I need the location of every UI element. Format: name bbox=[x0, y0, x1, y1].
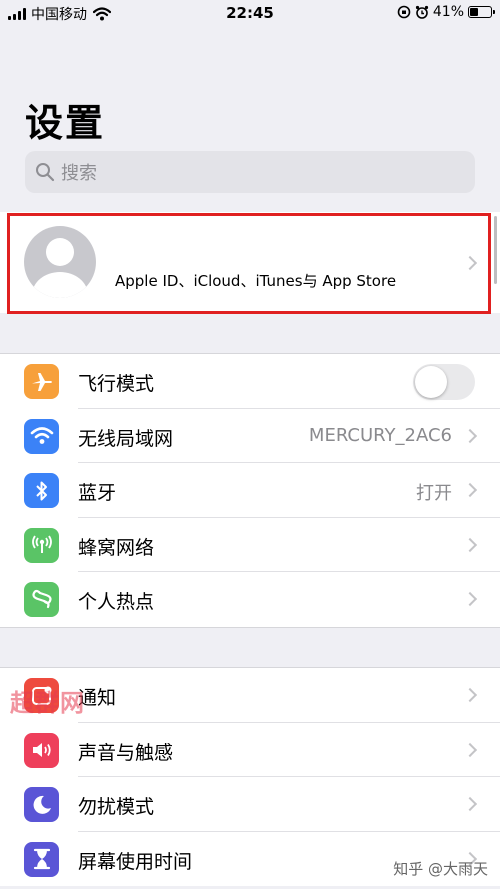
bluetooth-status: 打开 bbox=[416, 483, 452, 504]
row-wifi[interactable]: 无线局域网 MERCURY_2AC6 bbox=[0, 409, 500, 463]
chevron-right-icon bbox=[462, 537, 478, 552]
search-icon bbox=[36, 163, 55, 182]
row-label: 声音与触感 bbox=[78, 741, 174, 764]
airplane-mode-toggle[interactable] bbox=[413, 364, 475, 400]
wifi-network-name: MERCURY_2AC6 bbox=[308, 424, 452, 446]
status-bar: 中国移动 22:45 41% bbox=[0, 0, 500, 28]
search-bar[interactable]: 搜索 bbox=[25, 151, 475, 193]
avatar bbox=[24, 226, 96, 298]
row-label: 蓝牙 bbox=[78, 482, 117, 504]
attribution: 知乎 @大雨天 bbox=[393, 860, 488, 878]
row-label: 蜂窝网络 bbox=[78, 536, 155, 559]
moon-icon bbox=[24, 787, 59, 822]
chevron-right-icon bbox=[462, 796, 478, 812]
battery-icon bbox=[468, 6, 495, 18]
hotspot-icon bbox=[24, 582, 59, 617]
search-placeholder: 搜索 bbox=[61, 163, 97, 184]
row-label: 个人热点 bbox=[78, 591, 155, 613]
chevron-right-icon bbox=[462, 255, 478, 271]
row-sounds-haptics[interactable]: 声音与触感 bbox=[0, 723, 500, 777]
battery-percentage: 41% bbox=[432, 4, 464, 20]
apple-id-row[interactable]: Apple ID、iCloud、iTunes与 App Store bbox=[0, 212, 500, 313]
chevron-right-icon bbox=[462, 591, 478, 607]
page-title: 设置 bbox=[25, 101, 106, 145]
airplane-icon bbox=[24, 364, 59, 399]
row-bluetooth[interactable]: 蓝牙 打开 bbox=[0, 463, 500, 518]
apple-id-label: Apple ID、iCloud、iTunes与 App Store bbox=[115, 272, 397, 290]
row-airplane-mode[interactable]: 飞行模式 bbox=[0, 354, 500, 409]
row-label: 屏幕使用时间 bbox=[78, 850, 193, 873]
row-label: 勿扰模式 bbox=[78, 796, 155, 818]
alarm-icon bbox=[415, 5, 428, 19]
chevron-right-icon bbox=[462, 428, 478, 443]
chevron-right-icon bbox=[462, 687, 478, 703]
row-do-not-disturb[interactable]: 勿扰模式 bbox=[0, 777, 500, 832]
cellular-icon bbox=[24, 527, 59, 563]
watermark: 超群网 bbox=[10, 689, 85, 717]
hourglass-icon bbox=[24, 841, 59, 877]
scrollbar[interactable] bbox=[494, 216, 497, 284]
wifi-icon bbox=[24, 418, 59, 454]
bluetooth-icon bbox=[24, 473, 59, 508]
row-label: 飞行模式 bbox=[78, 373, 155, 395]
row-personal-hotspot[interactable]: 个人热点 bbox=[0, 572, 500, 627]
connectivity-group: 飞行模式 无线局域网 MERCURY_2AC6 蓝牙 打开 蜂窝网络 个人热点 bbox=[0, 353, 500, 628]
chevron-right-icon bbox=[462, 742, 478, 757]
row-cellular[interactable]: 蜂窝网络 bbox=[0, 518, 500, 572]
row-label: 无线局域网 bbox=[78, 427, 174, 450]
sound-icon bbox=[24, 732, 59, 768]
orientation-lock-icon bbox=[397, 5, 411, 19]
chevron-right-icon bbox=[462, 482, 478, 498]
